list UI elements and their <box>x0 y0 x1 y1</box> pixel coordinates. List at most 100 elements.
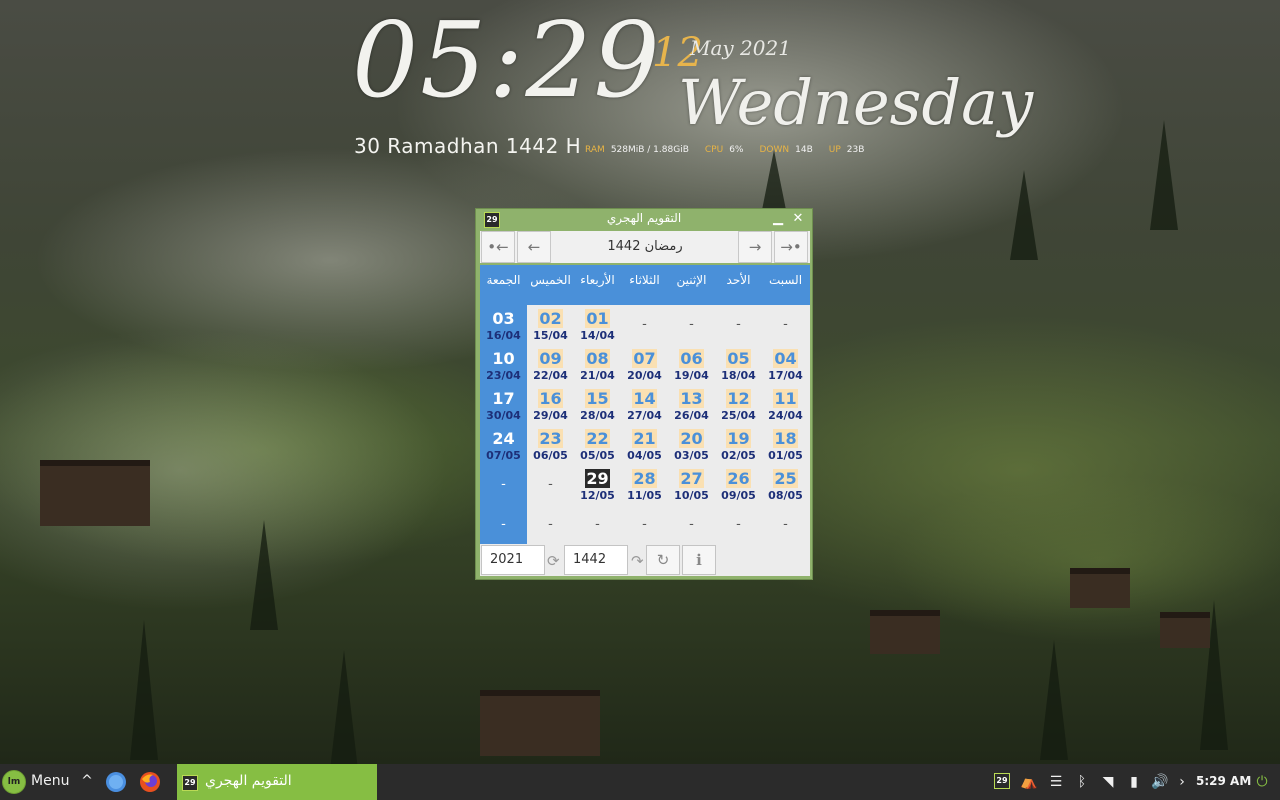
day-cell[interactable]: 21 04/05 <box>621 425 668 465</box>
day-cell[interactable]: 04 17/04 <box>762 345 809 385</box>
weekday-label: الثلاثاء <box>629 273 660 287</box>
notes-icon[interactable]: ☰ <box>1046 774 1066 790</box>
hijri-day-number: 05 <box>726 349 751 368</box>
gregorian-date: 05/05 <box>580 449 615 462</box>
conky-month-year: May 2021 <box>690 36 791 60</box>
hijri-day-number: 13 <box>679 389 704 408</box>
day-cell[interactable]: 23 06/05 <box>527 425 574 465</box>
empty-day-cell: - <box>501 517 506 532</box>
window-title: التقويم الهجري <box>606 211 682 225</box>
gregorian-year-input[interactable]: 2021 <box>481 545 545 575</box>
day-cell[interactable]: 07 20/04 <box>621 345 668 385</box>
day-cell[interactable]: 10 23/04 <box>480 345 527 385</box>
hijri-year-input[interactable]: 1442 <box>564 545 628 575</box>
gregorian-date: 10/05 <box>674 489 709 502</box>
hijri-day-number: 07 <box>632 349 657 368</box>
gregorian-date: 15/04 <box>533 329 568 342</box>
conky-hijri-date: 30 Ramadhan 1442 H <box>354 134 582 158</box>
next-month-button[interactable]: → <box>738 231 772 263</box>
gregorian-date: 14/04 <box>580 329 615 342</box>
day-cell[interactable]: 22 05/05 <box>574 425 621 465</box>
chevron-right-icon[interactable]: › <box>1172 774 1192 790</box>
day-cell[interactable]: 19 02/05 <box>715 425 762 465</box>
wallpaper-house <box>1070 568 1130 608</box>
prev-month-button[interactable]: ← <box>517 231 551 263</box>
hijri-day-number: 20 <box>679 429 704 448</box>
next-year-button[interactable]: →• <box>774 231 808 263</box>
day-cell[interactable]: 17 30/04 <box>480 385 527 425</box>
menu-button[interactable]: Menu <box>31 773 69 789</box>
power-icon[interactable]: ⏻ <box>1252 774 1272 790</box>
day-cell-today[interactable]: 29 12/05 <box>574 465 621 505</box>
empty-day-cell: - <box>783 517 788 532</box>
gregorian-date: 16/04 <box>486 329 521 342</box>
day-cell[interactable]: 18 01/05 <box>762 425 809 465</box>
wallpaper-house <box>1160 612 1210 648</box>
hijri-day-number: 11 <box>773 389 798 408</box>
close-button[interactable]: ✕ <box>790 210 806 228</box>
day-cell[interactable]: 14 27/04 <box>621 385 668 425</box>
bluetooth-icon[interactable]: ᛒ <box>1072 774 1092 790</box>
battery-icon[interactable]: ▮ <box>1124 774 1144 790</box>
hijri-day-number: 01 <box>585 309 610 328</box>
hijri-day-number: 09 <box>538 349 563 368</box>
taskbar-item-hijri-calendar[interactable]: 29 التقويم الهجري <box>177 764 377 800</box>
taskbar-clock[interactable]: 5:29 AM <box>1196 774 1251 788</box>
day-cell[interactable]: 27 10/05 <box>668 465 715 505</box>
day-cell[interactable]: 13 26/04 <box>668 385 715 425</box>
convert-icon[interactable]: ⟳ <box>547 552 560 570</box>
window-titlebar[interactable]: 29 التقويم الهجري ▁ ✕ <box>476 209 812 230</box>
empty-day-cell: - <box>642 517 647 532</box>
show-desktop-icon[interactable]: ^ <box>77 773 97 789</box>
day-cell[interactable]: 09 22/04 <box>527 345 574 385</box>
hijri-day-number: 08 <box>585 349 610 368</box>
day-cell[interactable]: 16 29/04 <box>527 385 574 425</box>
day-cell[interactable]: 20 03/05 <box>668 425 715 465</box>
empty-day-cell: - <box>548 477 553 492</box>
wifi-icon[interactable]: ◥ <box>1098 774 1118 790</box>
empty-day-cell: - <box>783 317 788 332</box>
day-cell[interactable]: 05 18/04 <box>715 345 762 385</box>
refresh-button[interactable]: ↻ <box>646 545 680 575</box>
empty-day-cell: - <box>736 317 741 332</box>
gregorian-date: 29/04 <box>533 409 568 422</box>
wallpaper-tree <box>330 650 358 770</box>
gregorian-date: 21/04 <box>580 369 615 382</box>
menu-logo-icon[interactable]: lm <box>2 770 26 794</box>
prev-year-button[interactable]: •← <box>481 231 515 263</box>
day-cell[interactable]: 25 08/05 <box>762 465 809 505</box>
empty-day-cell: - <box>736 517 741 532</box>
down-value: 14B <box>795 145 813 155</box>
gregorian-date: 06/05 <box>533 449 568 462</box>
wallpaper-house <box>870 610 940 654</box>
conky-time: 05:29 <box>352 0 662 121</box>
day-cell[interactable]: 11 24/04 <box>762 385 809 425</box>
calendar-app-icon: 29 <box>182 775 198 791</box>
day-cell[interactable]: 06 19/04 <box>668 345 715 385</box>
day-cell[interactable]: 24 07/05 <box>480 425 527 465</box>
day-cell[interactable]: 03 16/04 <box>480 305 527 345</box>
day-cell[interactable]: 08 21/04 <box>574 345 621 385</box>
up-value: 23B <box>846 145 865 155</box>
info-button[interactable]: ℹ <box>682 545 716 575</box>
sync-icon[interactable]: ↷ <box>631 552 644 570</box>
day-cell[interactable]: 02 15/04 <box>527 305 574 345</box>
minimize-button[interactable]: ▁ <box>770 210 786 228</box>
update-manager-icon[interactable]: ⛺ <box>1019 774 1039 790</box>
gregorian-date: 17/04 <box>768 369 803 382</box>
day-cell[interactable]: 01 14/04 <box>574 305 621 345</box>
day-cell[interactable]: 12 25/04 <box>715 385 762 425</box>
wallpaper-tree <box>130 620 158 760</box>
volume-icon[interactable]: 🔊 <box>1150 774 1170 790</box>
files-icon[interactable] <box>105 771 127 793</box>
hijri-tray-icon[interactable]: 29 <box>994 773 1010 789</box>
weekday-label: الأربعاء <box>580 273 615 287</box>
day-cell[interactable]: 26 09/05 <box>715 465 762 505</box>
firefox-icon[interactable] <box>139 771 161 793</box>
day-cell[interactable]: 28 11/05 <box>621 465 668 505</box>
day-cell[interactable]: 15 28/04 <box>574 385 621 425</box>
cpu-label: CPU <box>704 145 724 155</box>
weekday-label: الإثنين <box>676 273 707 287</box>
empty-day-cell: - <box>689 317 694 332</box>
month-navigation: •← ← رمضان 1442 → →• <box>480 231 810 263</box>
